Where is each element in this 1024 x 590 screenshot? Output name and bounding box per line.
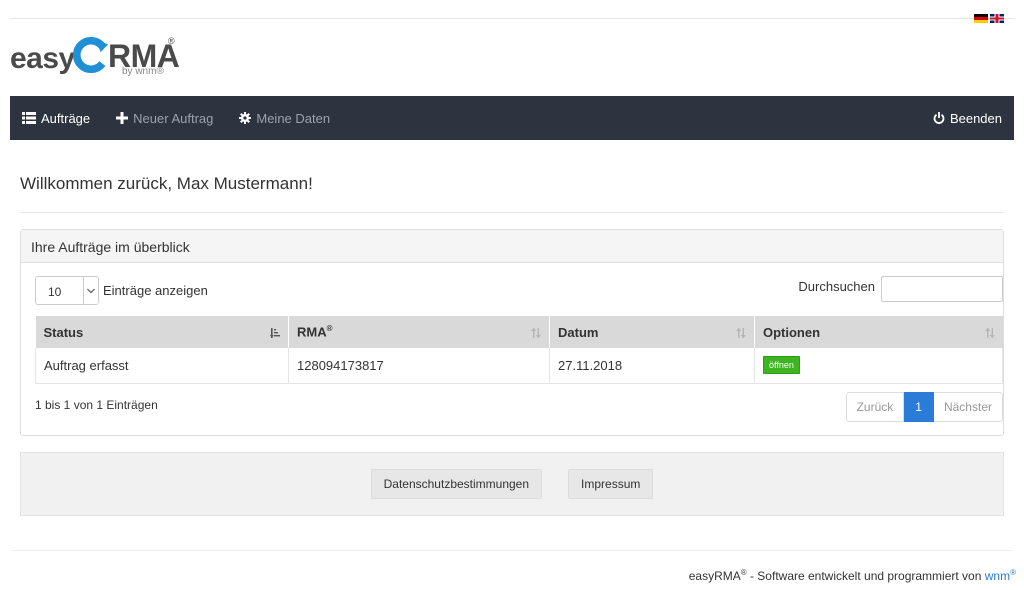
column-header-rma[interactable]: RMA®: [288, 316, 550, 348]
footer-credit: easyRMA® - Software entwickelt und progr…: [688, 568, 1016, 583]
search-label: Durchsuchen: [798, 278, 875, 294]
top-divider: [10, 18, 1014, 19]
pagination-next-button[interactable]: Nächster: [933, 392, 1003, 422]
cell-date: 27.11.2018: [549, 348, 755, 384]
welcome-divider: [20, 212, 1004, 213]
orders-panel-title: Ihre Aufträge im überblick: [21, 230, 1003, 263]
cell-status: Auftrag erfasst: [35, 348, 289, 384]
sort-icon: [984, 326, 995, 341]
gear-icon: [239, 112, 252, 124]
easyrma-logo[interactable]: easy RMA ® by wnm®: [10, 36, 210, 84]
sort-icon: [736, 326, 746, 341]
table-info: 1 bis 1 von 1 Einträgen: [35, 398, 158, 412]
table-row: Auftrag erfasst 128094173817 27.11.2018 …: [35, 348, 1003, 384]
logout-button[interactable]: Beenden: [933, 111, 1002, 126]
page-length-control: 10 Einträge anzeigen: [35, 276, 208, 305]
main-navbar: Aufträge Neuer Auftrag Meine Daten Beend…: [10, 96, 1014, 140]
privacy-policy-button[interactable]: Datenschutzbestimmungen: [370, 469, 543, 499]
wnm-link[interactable]: wnm®: [985, 568, 1016, 583]
imprint-button[interactable]: Impressum: [568, 469, 654, 499]
column-header-options[interactable]: Optionen: [754, 316, 1003, 348]
page-length-label: Einträge anzeigen: [103, 283, 208, 298]
page-length-value: 10: [48, 285, 62, 299]
search-control: Durchsuchen: [798, 276, 1003, 302]
pagination: Zurück 1 Nächster: [845, 392, 1003, 422]
footer-links-panel: Datenschutzbestimmungen Impressum: [20, 452, 1004, 516]
cell-rma: 128094173817: [288, 348, 550, 384]
logout-label: Beenden: [949, 110, 1002, 126]
nav-my-data-label: Meine Daten: [256, 110, 331, 126]
nav-item-orders[interactable]: Aufträge: [22, 111, 90, 126]
flag-gb-icon[interactable]: [990, 14, 1004, 23]
logo-c-icon: [73, 36, 109, 74]
page-length-select[interactable]: 10: [35, 276, 99, 305]
orders-panel: Ihre Aufträge im überblick 10 Einträge a…: [20, 229, 1004, 436]
open-order-button[interactable]: öffnen: [763, 356, 800, 375]
power-icon: [933, 112, 945, 124]
flag-de-icon[interactable]: [974, 14, 988, 23]
sort-icon: [531, 326, 541, 341]
nav-item-new-order[interactable]: Neuer Auftrag: [116, 111, 213, 126]
welcome-heading: Willkommen zurück, Max Mustermann!: [20, 174, 313, 193]
search-input[interactable]: [881, 276, 1003, 302]
orders-table: Status RMA® Datum Optionen Auftrag erfas…: [35, 316, 1003, 384]
nav-new-order-label: Neuer Auftrag: [133, 110, 214, 126]
sort-asc-icon: [270, 326, 280, 341]
column-header-date[interactable]: Datum: [549, 316, 755, 348]
nav-item-my-data[interactable]: Meine Daten: [239, 111, 330, 126]
nav-orders-label: Aufträge: [41, 110, 91, 126]
pagination-page-1[interactable]: 1: [904, 392, 934, 422]
language-switcher: [974, 14, 1004, 23]
chevron-down-icon: [83, 277, 98, 304]
logo-registered-mark: ®: [168, 36, 175, 46]
pagination-prev-button[interactable]: Zurück: [845, 392, 905, 422]
table-header-row: Status RMA® Datum Optionen: [35, 316, 1003, 348]
logo-easy-text: easy: [10, 42, 75, 75]
plus-icon: [116, 112, 129, 124]
bottom-divider: [10, 550, 1014, 551]
list-icon: [22, 112, 36, 124]
orders-table-wrapper: Status RMA® Datum Optionen Auftrag erfas…: [35, 316, 1003, 384]
column-header-status[interactable]: Status: [35, 316, 289, 348]
cell-options: öffnen: [754, 348, 1003, 384]
logo-by-text: by wnm®: [122, 66, 164, 77]
